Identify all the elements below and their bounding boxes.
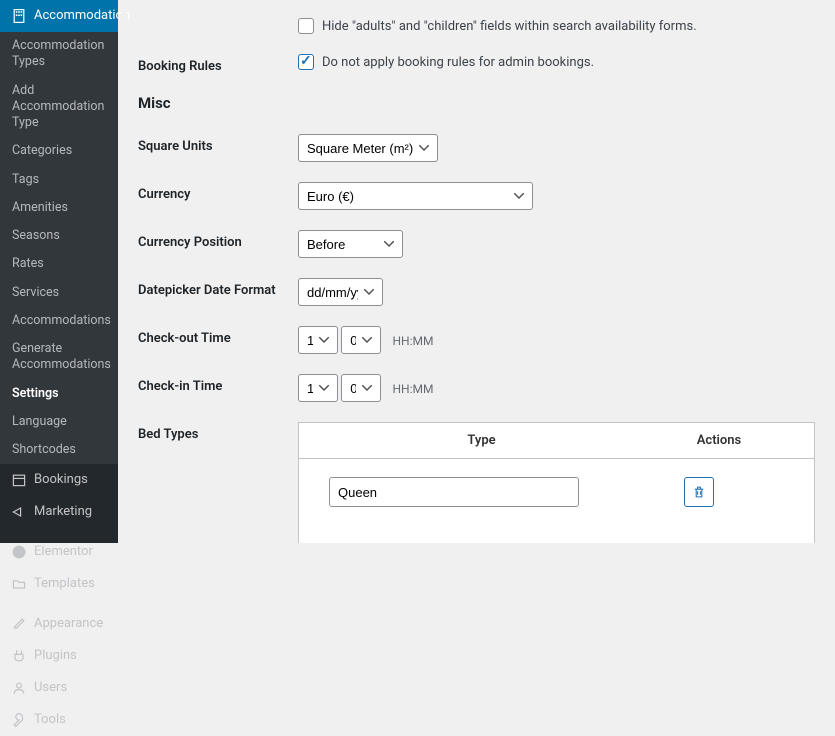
checkout-hint: HH:MM (392, 334, 433, 348)
elementor-icon (10, 543, 28, 561)
sidebar-item-tools[interactable]: Tools (0, 704, 118, 736)
sidebar-item-label: Marketing (34, 504, 92, 521)
plug-icon (10, 647, 28, 665)
sidebar-sub-accommodations[interactable]: Accommodations (0, 307, 118, 335)
checkout-hh-select[interactable]: 10 (298, 326, 338, 354)
square-units-select[interactable]: Square Meter (m²) (298, 134, 438, 162)
sidebar-sub-shortcodes[interactable]: Shortcodes (0, 436, 118, 464)
trash-icon (692, 485, 706, 499)
megaphone-icon (10, 503, 28, 521)
sidebar-item-label: Accommodation (34, 8, 130, 25)
hide-fields-checkbox[interactable] (298, 18, 314, 34)
sidebar-item-templates[interactable]: Templates (0, 568, 118, 600)
checkout-mm-select[interactable]: 00 (341, 326, 381, 354)
square-units-title: Square Units (138, 134, 298, 154)
sidebar-item-marketing[interactable]: Marketing (0, 496, 118, 528)
sidebar-sub-types[interactable]: Accommodation Types (0, 32, 118, 77)
misc-heading: Misc (138, 94, 815, 112)
sidebar-item-label: Templates (34, 576, 95, 593)
sidebar-sub-rates[interactable]: Rates (0, 250, 118, 278)
booking-rules-checkbox-row[interactable]: Do not apply booking rules for admin boo… (298, 54, 815, 70)
sidebar-sub-services[interactable]: Services (0, 279, 118, 307)
sidebar-item-label: Bookings (34, 472, 88, 489)
checkin-mm-select[interactable]: 00 (341, 374, 381, 402)
checkout-title: Check-out Time (138, 326, 298, 346)
sidebar-sub-amenities[interactable]: Amenities (0, 194, 118, 222)
bed-types-table: Type Actions (298, 422, 815, 543)
hide-fields-checkbox-row[interactable]: Hide "adults" and "children" fields with… (298, 18, 815, 34)
currency-position-title: Currency Position (138, 230, 298, 250)
sidebar-item-label: Appearance (34, 616, 103, 633)
sidebar-item-users[interactable]: Users (0, 672, 118, 704)
sidebar-sub-categories[interactable]: Categories (0, 137, 118, 165)
user-icon (10, 679, 28, 697)
sidebar-sub-add-type[interactable]: Add Accommodation Type (0, 77, 118, 138)
currency-position-select[interactable]: Before (298, 230, 403, 258)
currency-title: Currency (138, 182, 298, 202)
bed-delete-button[interactable] (684, 477, 714, 507)
sidebar-item-label: Tools (34, 712, 66, 729)
sidebar-item-appearance[interactable]: Appearance (0, 608, 118, 640)
bed-type-input[interactable] (329, 477, 579, 507)
wrench-icon (10, 711, 28, 729)
building-icon (10, 7, 28, 25)
sidebar-item-label: Plugins (34, 648, 77, 665)
sidebar-item-plugins[interactable]: Plugins (0, 640, 118, 672)
bed-types-title: Bed Types (138, 422, 298, 442)
currency-select[interactable]: Euro (€) (298, 182, 533, 210)
datepicker-title: Datepicker Date Format (138, 278, 298, 298)
checkin-title: Check-in Time (138, 374, 298, 394)
booking-rules-label: Do not apply booking rules for admin boo… (322, 55, 594, 70)
sidebar-sub-tags[interactable]: Tags (0, 166, 118, 194)
bed-col-type: Type (319, 433, 644, 448)
sidebar-sub-settings[interactable]: Settings (0, 380, 118, 408)
hide-fields-label: Hide "adults" and "children" fields with… (322, 19, 697, 34)
brush-icon (10, 615, 28, 633)
admin-sidebar: Accommodation Accommodation Types Add Ac… (0, 0, 118, 543)
sidebar-item-accommodation[interactable]: Accommodation (0, 0, 118, 32)
sidebar-submenu: Accommodation Types Add Accommodation Ty… (0, 32, 118, 464)
bed-col-actions: Actions (644, 433, 794, 448)
blank-label (138, 18, 298, 23)
booking-rules-title: Booking Rules (138, 54, 298, 74)
booking-rules-checkbox[interactable] (298, 54, 314, 70)
bed-row (299, 525, 814, 543)
sidebar-item-label: Elementor (34, 544, 93, 561)
sidebar-sub-seasons[interactable]: Seasons (0, 222, 118, 250)
sidebar-item-bookings[interactable]: Bookings (0, 464, 118, 496)
sidebar-item-elementor[interactable]: Elementor (0, 536, 118, 568)
sidebar-sub-generate[interactable]: Generate Accommodations (0, 335, 118, 380)
calendar-icon (10, 471, 28, 489)
folder-icon (10, 575, 28, 593)
bed-row (299, 459, 814, 525)
bed-types-header: Type Actions (299, 423, 814, 459)
datepicker-select[interactable]: dd/mm/yyyy (298, 278, 383, 306)
main-content: Hide "adults" and "children" fields with… (118, 0, 835, 543)
sidebar-sub-language[interactable]: Language (0, 408, 118, 436)
checkin-hh-select[interactable]: 11 (298, 374, 338, 402)
sidebar-item-label: Users (34, 680, 67, 697)
checkin-hint: HH:MM (392, 382, 433, 396)
